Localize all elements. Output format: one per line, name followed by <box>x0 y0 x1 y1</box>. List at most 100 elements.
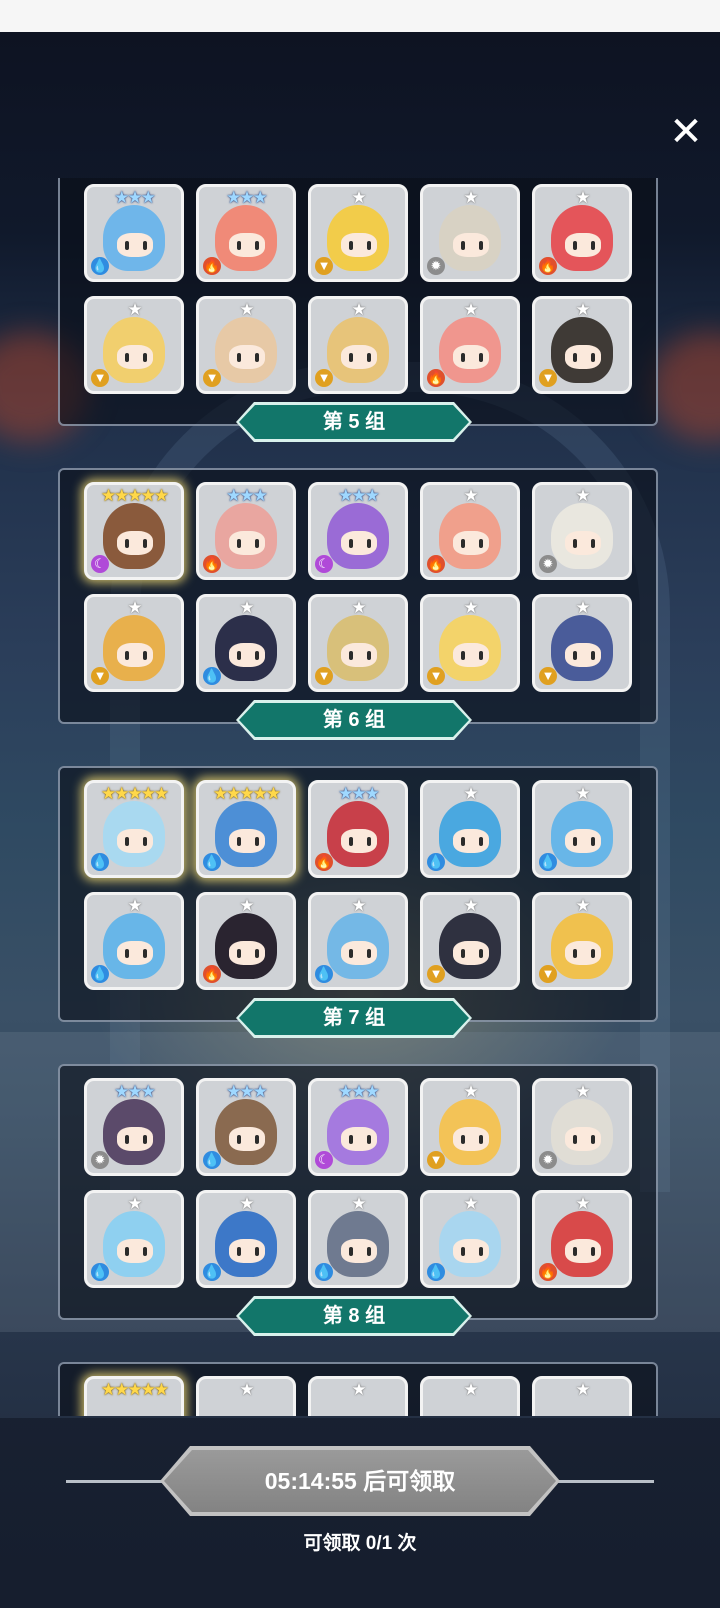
hero-card[interactable]: ★ ▼ <box>308 184 408 282</box>
hero-card[interactable]: ★ ✹ <box>420 184 520 282</box>
hero-card[interactable]: ★★★★★ ☾ <box>84 482 184 580</box>
hero-eye <box>591 837 595 846</box>
star-rating-icon: ★ <box>351 1194 366 1213</box>
earth-element-icon: ▼ <box>315 257 333 275</box>
hero-card[interactable]: ★ ▼ <box>532 296 632 394</box>
star-rating-icon: ★ <box>575 598 590 617</box>
hero-eye <box>367 539 371 548</box>
fire-element-icon: 🔥 <box>427 369 445 387</box>
hero-eye <box>349 353 353 362</box>
water-element-icon: 💧 <box>203 667 221 685</box>
hero-card[interactable]: ★★★★★ 💧 <box>196 780 296 878</box>
water-element-icon: 💧 <box>91 257 109 275</box>
hero-card[interactable]: ★ ▼ <box>84 594 184 692</box>
hero-eye <box>461 1247 465 1256</box>
hero-card[interactable]: ★★★ ✹ <box>84 1078 184 1176</box>
fire-element-icon: 🔥 <box>203 555 221 573</box>
hero-face <box>341 531 377 555</box>
hero-eye <box>479 651 483 660</box>
hero-card[interactable]: ★ 💧 <box>84 892 184 990</box>
hero-card[interactable]: ★★★ ☾ <box>308 482 408 580</box>
star-rating-icon: ★ <box>127 598 142 617</box>
hero-eye <box>349 1247 353 1256</box>
hero-card[interactable]: ★ 💧 <box>420 1190 520 1288</box>
hero-card[interactable]: ★ 💧 <box>420 780 520 878</box>
hero-face <box>229 233 265 257</box>
hero-eye <box>479 837 483 846</box>
hero-card[interactable]: ★★★★★ <box>84 1376 184 1416</box>
fire-element-icon: 🔥 <box>315 853 333 871</box>
hero-card[interactable]: ★ <box>196 1376 296 1416</box>
hero-eye <box>349 949 353 958</box>
star-rating-icon: ★ <box>463 1194 478 1213</box>
star-rating-icon: ★ <box>575 1194 590 1213</box>
hero-card[interactable]: ★★★★★ 💧 <box>84 780 184 878</box>
star-rating-icon: ★ <box>351 598 366 617</box>
hero-card[interactable]: ★ 💧 <box>196 1190 296 1288</box>
earth-element-icon: ▼ <box>427 667 445 685</box>
hero-eye <box>367 1135 371 1144</box>
hero-card[interactable]: ★ 🔥 <box>532 1190 632 1288</box>
star-rating-icon: ★ <box>239 1194 254 1213</box>
hero-card[interactable]: ★ 💧 <box>308 892 408 990</box>
star-rating-icon: ★★★ <box>226 1082 268 1101</box>
hero-card[interactable]: ★ ✹ <box>532 482 632 580</box>
hero-card[interactable]: ★ ▼ <box>196 296 296 394</box>
hero-eye <box>255 539 259 548</box>
star-rating-icon: ★ <box>239 598 254 617</box>
star-rating-icon: ★ <box>463 896 478 915</box>
hero-eye <box>573 241 577 250</box>
hero-eye <box>349 651 353 660</box>
hero-face <box>229 1127 265 1151</box>
hero-eye <box>143 651 147 660</box>
close-button[interactable]: ✕ <box>664 110 708 154</box>
hero-eye <box>349 1135 353 1144</box>
dark-element-icon: ☾ <box>91 555 109 573</box>
hero-card[interactable]: ★ ▼ <box>308 296 408 394</box>
hero-card[interactable]: ★ <box>420 1376 520 1416</box>
hero-card[interactable]: ★ 🔥 <box>420 296 520 394</box>
hero-face <box>341 829 377 853</box>
hero-card[interactable]: ★ 💧 <box>532 780 632 878</box>
hero-card[interactable]: ★★★ ☾ <box>308 1078 408 1176</box>
hero-card[interactable]: ★ ✹ <box>532 1078 632 1176</box>
hero-eye <box>591 949 595 958</box>
hero-card[interactable]: ★ 💧 <box>308 1190 408 1288</box>
hero-eye <box>479 1247 483 1256</box>
hero-eye <box>461 1135 465 1144</box>
hero-card[interactable]: ★ 💧 <box>196 594 296 692</box>
footer-divider-left <box>66 1480 166 1483</box>
light-element-icon: ✹ <box>539 1151 557 1169</box>
light-element-icon: ✹ <box>539 555 557 573</box>
hero-face <box>341 941 377 965</box>
hero-card[interactable]: ★★★ 🔥 <box>196 482 296 580</box>
hero-face <box>117 1127 153 1151</box>
hero-card[interactable]: ★ ▼ <box>420 1078 520 1176</box>
claim-button-label[interactable]: 05:14:55 后可领取 <box>164 1450 556 1512</box>
hero-card[interactable]: ★ ▼ <box>532 594 632 692</box>
hero-group-list[interactable]: ★★★ 💧 ★★★ 🔥 ★ ▼ ★ ✹ ★ 🔥 ★ ▼ ★ ▼ ★ ▼ ★ 🔥 ★ ▼ 第 5 组 ★★★★★ ☾ ★★★ 🔥 ★… <box>58 178 662 1416</box>
hero-card[interactable]: ★ 💧 <box>84 1190 184 1288</box>
hero-group-panel: ★★★ 💧 ★★★ 🔥 ★ ▼ ★ ✹ ★ 🔥 ★ ▼ ★ ▼ ★ ▼ ★ 🔥 ★ ▼ <box>58 178 658 426</box>
hero-card[interactable]: ★ 🔥 <box>196 892 296 990</box>
hero-card[interactable]: ★★★ 💧 <box>196 1078 296 1176</box>
hero-card[interactable]: ★★★ 🔥 <box>308 780 408 878</box>
hero-card[interactable]: ★ 🔥 <box>532 184 632 282</box>
hero-card[interactable]: ★ ▼ <box>84 296 184 394</box>
hero-eye <box>143 353 147 362</box>
close-icon: ✕ <box>669 110 703 154</box>
hero-card[interactable]: ★★★ 💧 <box>84 184 184 282</box>
hero-card[interactable]: ★ <box>532 1376 632 1416</box>
hero-eye <box>461 539 465 548</box>
hero-card[interactable]: ★ ▼ <box>420 594 520 692</box>
hero-eye <box>143 1247 147 1256</box>
hero-card[interactable]: ★ ▼ <box>308 594 408 692</box>
hero-face <box>565 829 601 853</box>
hero-card[interactable]: ★★★ 🔥 <box>196 184 296 282</box>
fire-element-icon: 🔥 <box>539 1263 557 1281</box>
hero-card[interactable]: ★ <box>308 1376 408 1416</box>
hero-face <box>229 829 265 853</box>
hero-card[interactable]: ★ 🔥 <box>420 482 520 580</box>
hero-card[interactable]: ★ ▼ <box>420 892 520 990</box>
hero-card[interactable]: ★ ▼ <box>532 892 632 990</box>
